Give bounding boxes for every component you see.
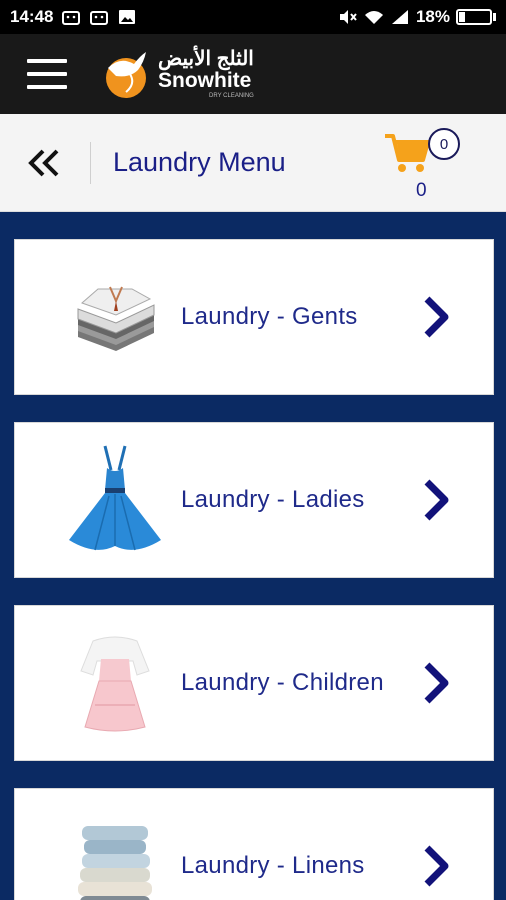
menu-item-linens[interactable]: Laundry - Linens bbox=[14, 788, 494, 900]
header-divider bbox=[90, 141, 91, 184]
mute-icon bbox=[339, 10, 357, 24]
blue-dress-image bbox=[65, 440, 165, 560]
logo-arabic: الثلج الأبيض bbox=[158, 48, 254, 70]
page-title: Laundry Menu bbox=[113, 147, 286, 177]
pink-kids-dress-image bbox=[65, 623, 165, 743]
menu-icon[interactable] bbox=[27, 59, 67, 89]
android-icon bbox=[62, 11, 81, 25]
status-time: 14:48 bbox=[10, 7, 54, 26]
chevron-right-icon bbox=[424, 479, 449, 521]
menu-item-label: Laundry - Gents bbox=[181, 303, 358, 330]
app-bar: الثلج الأبيض Snowhite DRY CLEANING bbox=[0, 34, 506, 114]
logo: الثلج الأبيض Snowhite DRY CLEANING bbox=[100, 48, 254, 100]
menu-item-gents[interactable]: Laundry - Gents bbox=[14, 239, 494, 395]
image-icon bbox=[119, 10, 136, 24]
battery-icon bbox=[456, 9, 492, 25]
menu-item-children[interactable]: Laundry - Children bbox=[14, 605, 494, 761]
back-button[interactable] bbox=[14, 133, 74, 193]
status-bar: 14:48 18% bbox=[0, 0, 506, 34]
laundry-menu-list: Laundry - Gents Laundry - Ladies Laundry… bbox=[0, 212, 506, 900]
chevron-right-icon bbox=[424, 662, 449, 704]
battery-tip bbox=[493, 13, 496, 21]
cart-button[interactable]: 0 0 bbox=[383, 124, 463, 204]
folded-shirts-image bbox=[65, 257, 165, 377]
signal-icon bbox=[391, 10, 408, 24]
cart-badge: 0 bbox=[428, 128, 460, 160]
page-header: Laundry Menu 0 0 bbox=[0, 114, 506, 212]
logo-english: Snowhite bbox=[158, 69, 252, 92]
menu-item-ladies[interactable]: Laundry - Ladies bbox=[14, 422, 494, 578]
android-icon bbox=[90, 11, 109, 25]
folded-linens-image bbox=[65, 806, 165, 900]
shopping-cart-icon bbox=[385, 134, 430, 172]
chevron-right-icon bbox=[424, 296, 449, 338]
bird-logo-icon bbox=[106, 52, 146, 98]
menu-item-label: Laundry - Linens bbox=[181, 852, 365, 879]
menu-item-label: Laundry - Children bbox=[181, 669, 384, 696]
wifi-icon bbox=[364, 11, 383, 24]
double-chevron-left-icon bbox=[28, 149, 59, 176]
cart-count: 0 bbox=[416, 180, 427, 201]
logo-tagline: DRY CLEANING bbox=[209, 93, 254, 99]
chevron-right-icon bbox=[424, 845, 449, 887]
menu-item-label: Laundry - Ladies bbox=[181, 486, 365, 513]
battery-percent: 18% bbox=[415, 7, 450, 26]
